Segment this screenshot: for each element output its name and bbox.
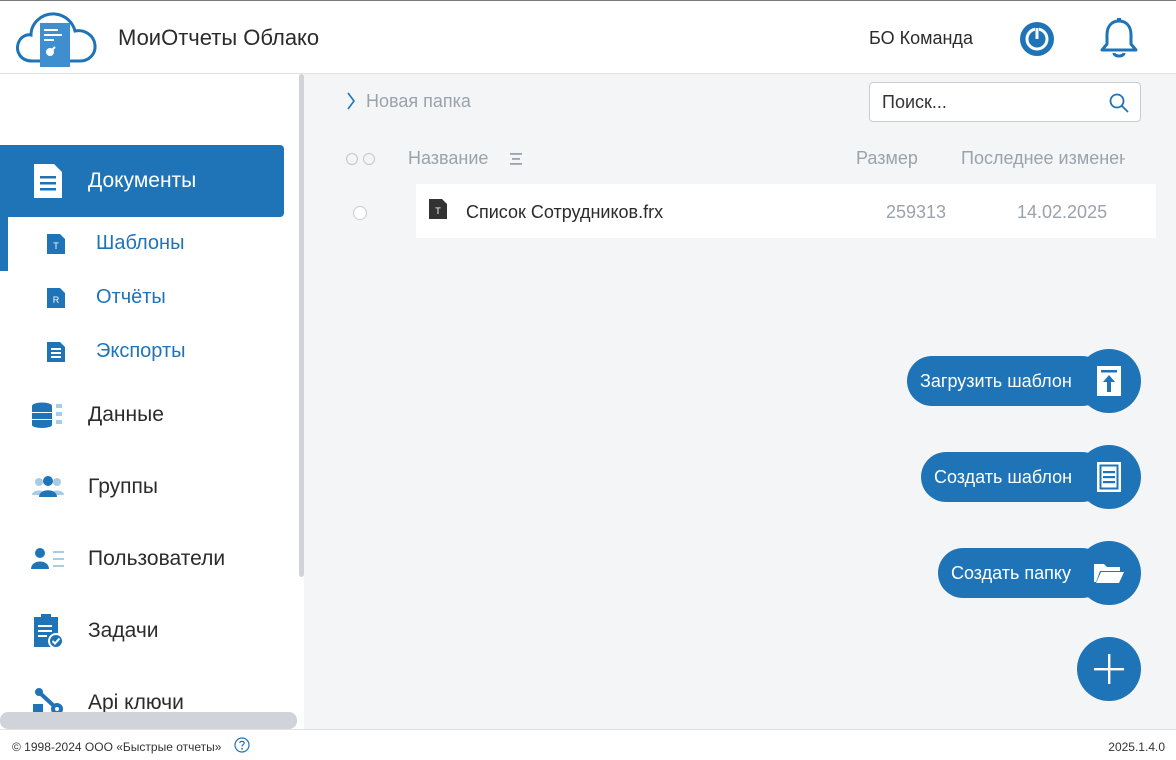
app-title: МоиОтчеты Облако (118, 25, 320, 50)
create-folder-fab[interactable] (1077, 541, 1141, 605)
report-file-icon: R (47, 288, 65, 308)
sort-icon[interactable] (509, 151, 523, 167)
table-row[interactable]: T Список Сотрудников.frx 259313 14.02.20… (416, 184, 1156, 238)
cloud-report-logo[interactable] (14, 7, 98, 69)
document-lines-icon (1097, 462, 1121, 492)
column-header-name[interactable]: Название (408, 148, 488, 169)
template-file-icon: T (429, 199, 447, 219)
group-icon (32, 476, 64, 497)
sidebar-item-label: Пользователи (88, 547, 226, 570)
breadcrumb-folder[interactable]: Новая папка (366, 91, 471, 112)
sidebar-item-label: Группы (88, 475, 158, 498)
folder-open-icon (1094, 564, 1124, 583)
file-type-badge: T (435, 206, 441, 216)
upload-file-icon (1097, 366, 1121, 396)
sidebar-item-documents[interactable]: Документы (0, 145, 284, 217)
sidebar-subitem-label: Шаблоны (96, 232, 185, 254)
file-name[interactable]: Список Сотрудников.frx (466, 202, 663, 223)
sidebar-item-label: Задачи (88, 619, 159, 642)
sidebar-item-tasks[interactable]: Задачи (0, 595, 284, 667)
team-name[interactable]: БО Команда (869, 28, 973, 49)
sidebar-subitem-reports[interactable]: R Отчёты (0, 271, 284, 325)
document-icon (34, 164, 62, 198)
report-file-badge: R (53, 295, 60, 305)
copyright-text: © 1998-2024 ООО «Быстрые отчеты» (12, 740, 222, 754)
select-all-checkbox[interactable] (345, 152, 377, 166)
sidebar-item-label: Данные (88, 403, 164, 426)
sidebar-subitem-templates[interactable]: T Шаблоны (0, 217, 284, 271)
sidebar-subitem-exports[interactable]: Экспорты (0, 325, 284, 379)
sidebar-subitem-label: Отчёты (96, 286, 166, 308)
sidebar-subitem-label: Экспорты (96, 340, 186, 362)
export-file-icon (47, 342, 65, 362)
footer: © 1998-2024 ООО «Быстрые отчеты» 2025.1.… (0, 729, 1176, 760)
sidebar-horizontal-scrollbar[interactable] (0, 712, 297, 729)
file-browser-panel: Новая папка Название Размер Последнее (324, 74, 1156, 240)
column-header-modified[interactable]: Последнее изменен (961, 148, 1125, 169)
power-icon[interactable] (1019, 21, 1055, 57)
sidebar-item-data[interactable]: Данные (0, 379, 284, 451)
help-icon[interactable] (234, 737, 250, 753)
plus-icon (1094, 654, 1124, 684)
search-input[interactable] (882, 91, 1102, 113)
row-checkbox[interactable] (353, 206, 367, 220)
sidebar-item-label: Документы (88, 169, 197, 192)
version-text: 2025.1.4.0 (1108, 740, 1165, 754)
sidebar-item-groups[interactable]: Группы (0, 451, 284, 523)
database-icon (32, 402, 62, 428)
app-window: МоиОтчеты Облако БО Команда Документы T … (0, 0, 1176, 760)
column-header-size[interactable]: Размер (856, 148, 918, 169)
search-box (869, 82, 1141, 122)
user-list-icon (31, 548, 64, 569)
bell-icon[interactable] (1099, 17, 1139, 59)
search-icon[interactable] (1108, 92, 1130, 114)
sidebar: Документы T Шаблоны R Отчёты Экспорты Да… (0, 74, 304, 729)
chevron-right-icon (347, 92, 355, 110)
template-file-badge: T (53, 241, 59, 251)
breadcrumb[interactable]: Новая папка (344, 90, 471, 112)
upload-template-fab[interactable] (1077, 349, 1141, 413)
header: МоиОтчеты Облако БО Команда (0, 0, 1176, 74)
add-fab[interactable] (1077, 637, 1141, 701)
sidebar-item-users[interactable]: Пользователи (0, 523, 284, 595)
template-file-icon: T (47, 234, 65, 254)
create-template-fab[interactable] (1077, 445, 1141, 509)
file-size: 259313 (886, 202, 947, 222)
file-modified: 14.02.2025 (1017, 202, 1108, 222)
clipboard-check-icon (34, 614, 64, 649)
